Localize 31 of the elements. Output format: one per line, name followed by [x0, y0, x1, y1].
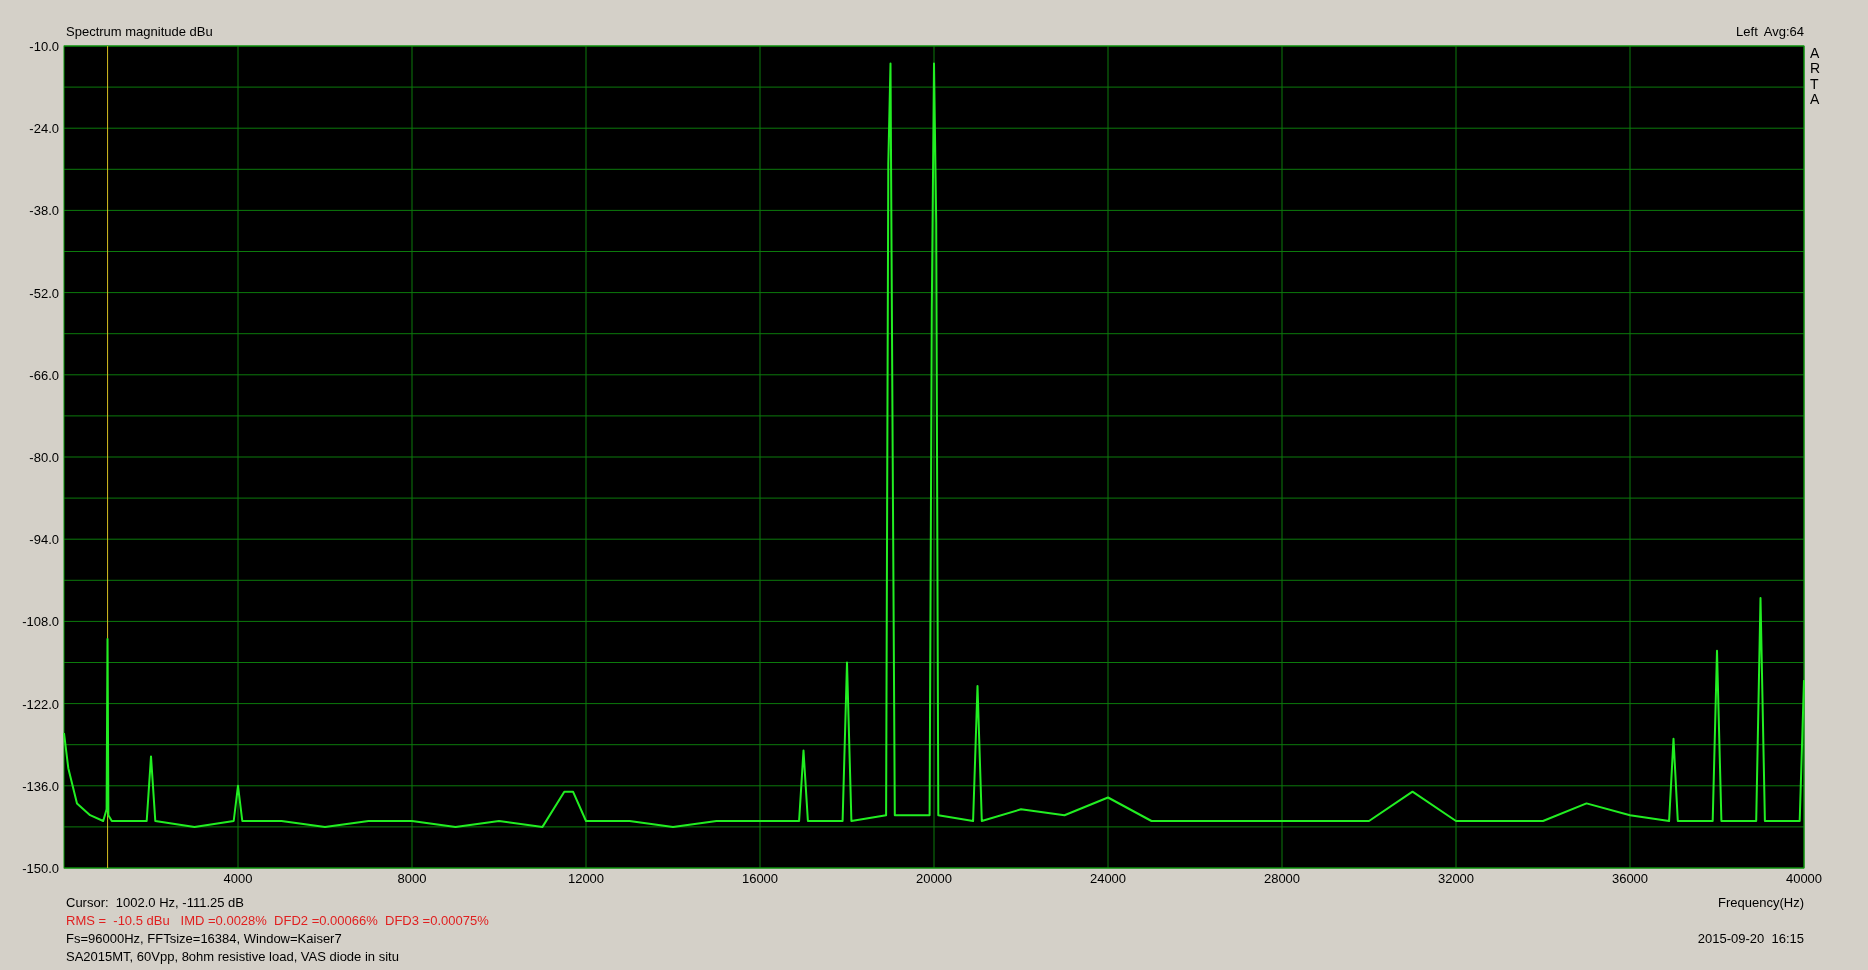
- measurement-note: SA2015MT, 60Vpp, 8ohm resistive load, VAS diode in situ: [66, 948, 399, 966]
- y-axis-label: -38.0: [29, 203, 59, 219]
- y-axis-label: -108.0: [22, 614, 59, 630]
- measurement-readout: RMS = -10.5 dBu IMD =0.0028% DFD2 =0.00066% DFD3 =0.00075%: [66, 912, 489, 930]
- x-axis-label: 12000: [567, 871, 605, 886]
- brand-label: ARTA: [1810, 46, 1822, 108]
- x-axis-label: 24000: [1089, 871, 1127, 886]
- y-axis-label: -136.0: [22, 778, 59, 794]
- x-axis-label: 36000: [1611, 871, 1649, 886]
- y-axis-label: -80.0: [29, 450, 59, 465]
- x-axis-label: 20000: [915, 871, 953, 886]
- y-axis-label: -24.0: [29, 121, 59, 137]
- averaging-info: Avg:64: [1763, 24, 1804, 39]
- cursor-readout: Cursor: 1002.0 Hz, -111.25 dB: [66, 894, 244, 912]
- channel-label: Left: [1736, 24, 1758, 39]
- x-axis-title: Frequency(Hz): [1718, 894, 1804, 912]
- y-axis-label: -94.0: [29, 532, 59, 548]
- chart-title: Spectrum magnitude dBu: [66, 24, 213, 39]
- x-axis-label: 4000: [223, 871, 253, 886]
- timestamp: 2015-09-20 16:15: [1697, 930, 1804, 948]
- y-axis-label: -122.0: [22, 696, 59, 712]
- x-axis-label: 32000: [1437, 871, 1475, 886]
- y-axis-label: -66.0: [29, 367, 59, 383]
- settings-info: Fs=96000Hz, FFTsize=16384, Window=Kaiser7: [66, 930, 342, 948]
- x-axis-label: 16000: [741, 871, 779, 886]
- x-axis-label: 8000: [397, 871, 427, 886]
- y-axis-label: -52.0: [29, 285, 59, 301]
- x-axis-label: 40000: [1785, 871, 1823, 886]
- y-axis-label: -10.0: [29, 40, 59, 54]
- x-axis-label: 28000: [1263, 871, 1301, 886]
- y-axis-label: -150.0: [22, 861, 59, 876]
